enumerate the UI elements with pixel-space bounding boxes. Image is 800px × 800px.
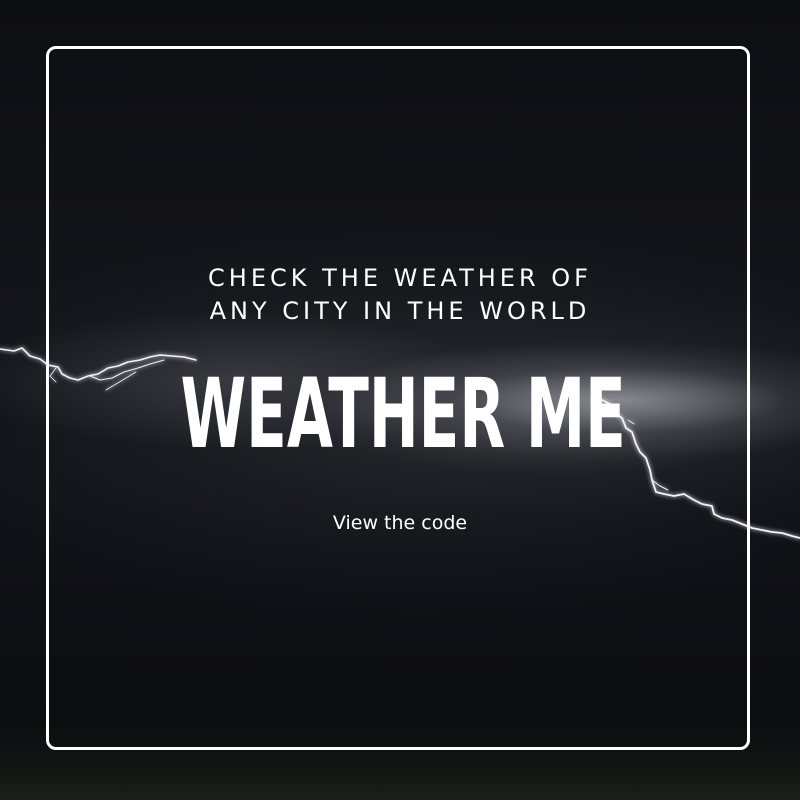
view-code-link[interactable]: View the code — [46, 510, 754, 536]
tagline-line-1: CHECK THE WEATHER OF — [208, 264, 592, 292]
hero-banner: CHECK THE WEATHER OF ANY CITY IN THE WOR… — [0, 0, 800, 800]
app-title: WEATHER ME — [180, 358, 626, 470]
tagline: CHECK THE WEATHER OF ANY CITY IN THE WOR… — [46, 262, 754, 328]
tagline-line-2: ANY CITY IN THE WORLD — [209, 297, 591, 325]
